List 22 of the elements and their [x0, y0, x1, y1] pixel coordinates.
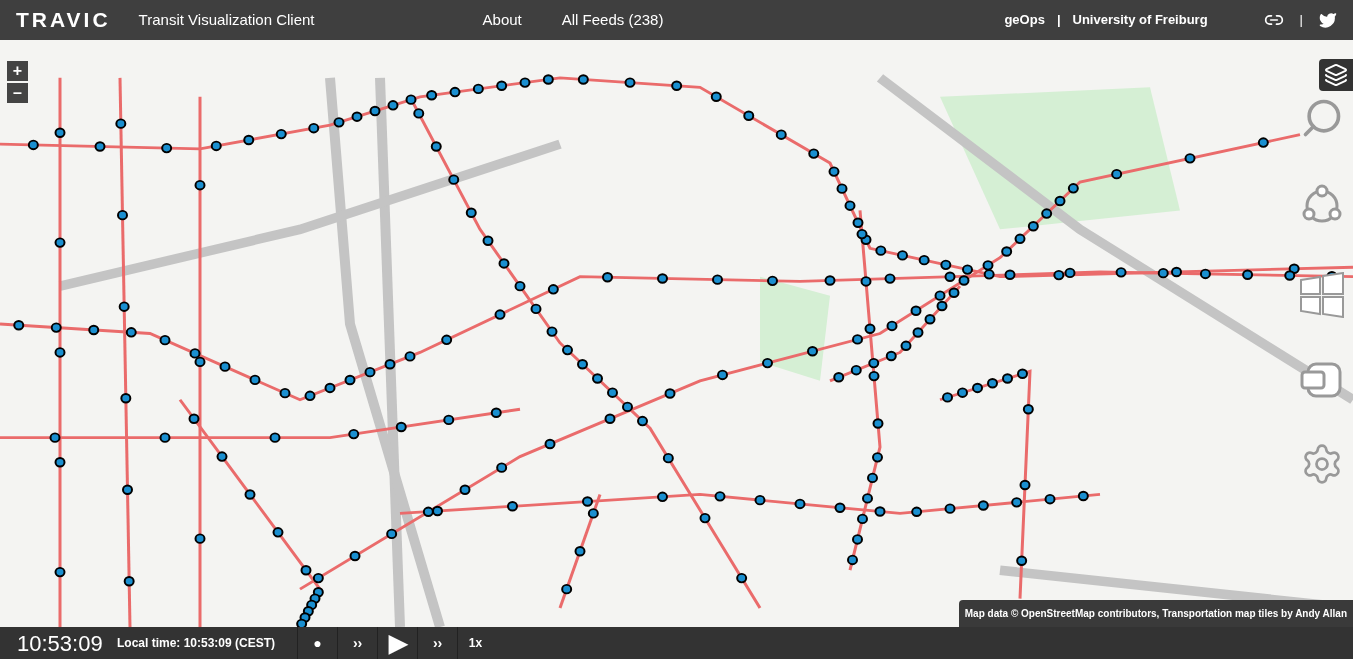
clock: 10:53:09	[16, 629, 104, 658]
playback-button[interactable]: ▶	[377, 627, 418, 659]
header-link[interactable]: geOps	[1004, 10, 1045, 30]
layers-button[interactable]	[1319, 59, 1353, 91]
window-grid-icon[interactable]	[1299, 272, 1345, 318]
separator: |	[1299, 11, 1303, 30]
playback-button[interactable]: ●	[297, 627, 338, 659]
toggle-icon[interactable]	[1300, 362, 1344, 398]
bird-icon[interactable]	[1319, 11, 1337, 29]
playback-button[interactable]: ››	[417, 627, 458, 659]
zoom-button[interactable]: –	[7, 83, 28, 103]
separator: |	[1056, 11, 1061, 30]
playback-button[interactable]: ››	[337, 627, 378, 659]
app-subtitle: Transit Visualization Client	[138, 9, 315, 30]
logo[interactable]: TRAVIC	[16, 4, 111, 36]
nav-link[interactable]: About	[482, 8, 522, 32]
local-time: Local time: 10:53:09 (CEST)	[117, 635, 277, 652]
nav-link[interactable]: All Feeds (238)	[561, 8, 664, 32]
header-link[interactable]: University of Freiburg	[1072, 10, 1208, 30]
playback-button[interactable]: 1x	[457, 627, 494, 659]
zoom-button[interactable]: +	[7, 61, 28, 81]
map-attribution: Map data © OpenStreetMap contributors, Transportation map tiles by Andy Allan	[958, 600, 1353, 627]
